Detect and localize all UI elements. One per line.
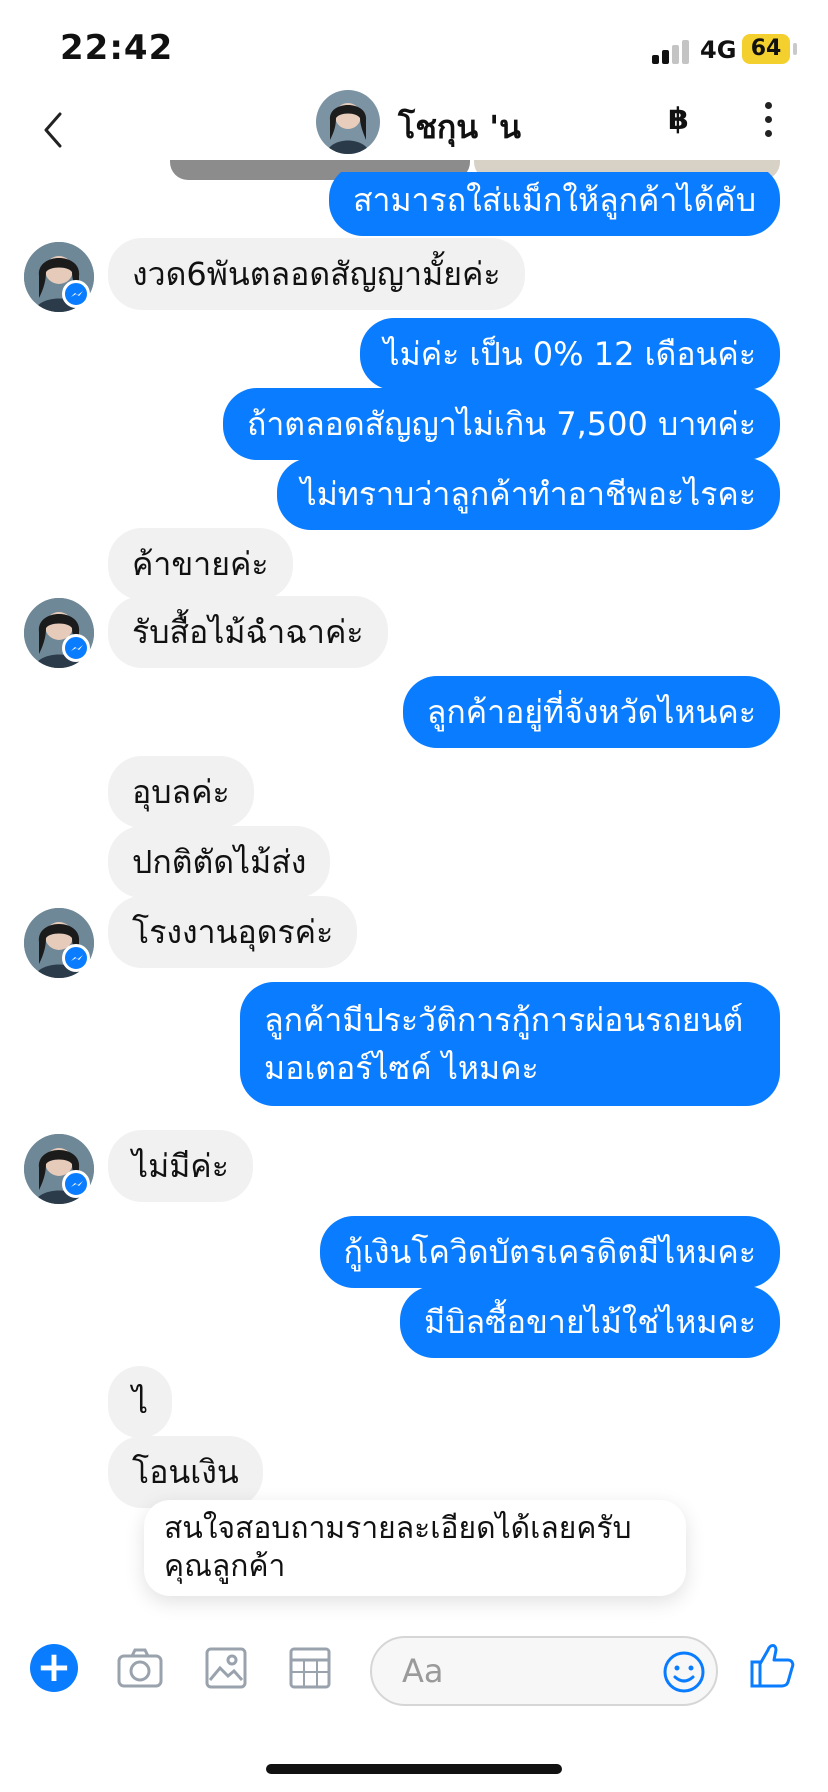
message-composer: + Aa [0, 1620, 828, 1720]
message-input-placeholder: Aa [402, 1652, 444, 1690]
add-button[interactable]: + [30, 1644, 78, 1692]
message-bubble-incoming[interactable]: ค้าขายค่ะ [108, 528, 293, 600]
message-bubble-incoming[interactable]: งวด6พันตลอดสัญญามั้ยค่ะ [108, 238, 525, 310]
home-indicator[interactable] [266, 1764, 562, 1774]
battery-nub [793, 43, 797, 55]
contact-avatar[interactable] [316, 90, 380, 154]
message-bubble-outgoing[interactable]: ลูกค้ามีประวัติการกู้การผ่อนรถยนต์ มอเตอ… [240, 982, 780, 1106]
network-type: 4G [700, 36, 737, 64]
message-bubble-incoming[interactable]: ไม่มีค่ะ [108, 1130, 253, 1202]
message-bubble-incoming[interactable]: อุบลค่ะ [108, 756, 254, 828]
message-bubble-outgoing[interactable]: กู้เงินโควิดบัตรเครดิตมีไหมคะ [319, 1216, 780, 1288]
thumbs-up-icon[interactable] [748, 1640, 796, 1690]
template-grid-icon[interactable] [288, 1646, 336, 1690]
messenger-badge-icon [62, 1170, 90, 1198]
cell-signal-icon [652, 38, 692, 64]
messenger-badge-icon [62, 944, 90, 972]
message-bubble-outgoing[interactable]: ลูกค้าอยู่ที่จังหวัดไหนคะ [402, 676, 780, 748]
suggestion-toast[interactable]: สนใจสอบถามรายละเอียดได้เลยครับ คุณลูกค้า [144, 1500, 686, 1596]
messenger-badge-icon [62, 634, 90, 662]
battery-icon: 64 [742, 34, 790, 64]
message-input[interactable]: Aa [370, 1636, 718, 1706]
message-bubble-incoming[interactable]: ปกติตัดไม้ส่ง [108, 826, 331, 898]
payment-baht-icon[interactable]: ฿ [668, 102, 689, 137]
message-bubble-outgoing[interactable]: สามารถใส่แม็กให้ลูกค้าได้คับ [328, 172, 780, 236]
message-bubble-outgoing[interactable]: มีบิลซื้อขายไม้ใช่ไหมคะ [400, 1286, 780, 1358]
battery-level: 64 [750, 36, 782, 61]
message-list[interactable]: สามารถใส่แม็กให้ลูกค้าได้คับ งวด6พันตลอด… [0, 172, 828, 1620]
messenger-badge-icon [62, 280, 90, 308]
camera-icon[interactable] [116, 1646, 164, 1690]
status-time: 22:42 [60, 28, 174, 68]
message-bubble-outgoing[interactable]: ไม่ทราบว่าลูกค้าทำอาชีพอะไรคะ [276, 458, 780, 530]
message-bubble-outgoing[interactable]: ถ้าตลอดสัญญาไม่เกิน 7,500 บาทค่ะ [222, 388, 780, 460]
emoji-icon[interactable] [662, 1650, 706, 1694]
message-bubble-outgoing[interactable]: ไม่ค่ะ เป็น 0% 12 เดือนค่ะ [359, 318, 780, 390]
chevron-left-icon [44, 112, 62, 148]
message-bubble-incoming[interactable]: โรงงานอุดรค่ะ [108, 896, 358, 968]
message-bubble-incoming[interactable]: ไ [108, 1366, 173, 1438]
message-bubble-incoming[interactable]: รับสื้อไม้ฉำฉาค่ะ [108, 596, 388, 668]
back-button[interactable] [40, 106, 84, 150]
gallery-icon[interactable] [204, 1646, 252, 1690]
more-options-icon[interactable] [762, 100, 774, 140]
contact-name[interactable]: โชกุน 'น [398, 102, 521, 153]
message-bubble-incoming[interactable]: โอนเงิน [108, 1436, 263, 1508]
status-bar: 22:42 4G 64 [0, 0, 828, 90]
messenger-chat-screen: 22:42 4G 64 โชกุน 'น ฿ สามารถใส่แม็กให้ล… [0, 0, 828, 1792]
